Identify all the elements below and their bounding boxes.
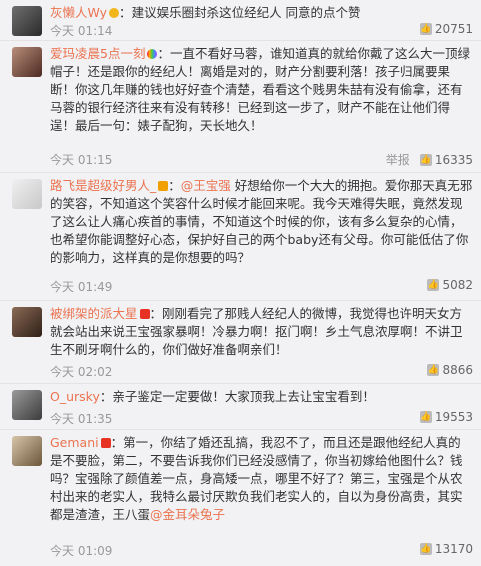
like-button[interactable]: 👍 8866 [427, 363, 473, 377]
comment-item: 路飞是超级好男人_ ：@王宝强 好想给你一个大大的拥抱。爱你那天真无邪的笑容，不知… [0, 173, 481, 301]
comment-text: 亲子鉴定一定要做！大家顶我上去让宝宝看到！ [112, 389, 375, 404]
like-button[interactable]: 👍 20751 [419, 22, 473, 36]
comment-item: O_ursky：亲子鉴定一定要做！大家顶我上去让宝宝看到！ 今天 01:35 👍… [0, 384, 481, 430]
comment-body: 路飞是超级好男人_ ：@王宝强 好想给你一个大大的拥抱。爱你那天真无邪的笑容，不知… [50, 177, 473, 267]
username-link[interactable]: 被绑架的派大星 [50, 306, 138, 321]
like-count: 5082 [442, 278, 473, 292]
timestamp: 今天 02:02 [50, 365, 113, 379]
comment-item: 爱玛凌晨5点一刻 ：一直不看好马蓉，谁知道真的就给你戴了这么大一顶绿帽子！还是跟你… [0, 41, 481, 173]
separator-colon: ： [119, 5, 132, 20]
separator-colon: ： [149, 306, 163, 321]
separator-colon: ： [157, 46, 170, 61]
like-count: 13170 [434, 542, 473, 556]
timestamp: 今天 01:09 [50, 544, 113, 558]
comment-meta: 今天 01:35 👍 19553 [50, 410, 473, 428]
timestamp: 今天 01:15 [50, 153, 113, 167]
avatar[interactable] [12, 179, 42, 209]
comment-item: Gemani ：第一，你结了婚还乱搞，我忍不了，而且还是跟他经纪人真的是不要脸，第… [0, 430, 481, 565]
like-count: 20751 [434, 22, 473, 36]
comment-meta: 今天 02:02 👍 8866 [50, 363, 473, 381]
comment-body: 被绑架的派大星 ：刚刚看完了那贱人经纪人的微博，我觉得也许明天女方就会站出来说王宝… [50, 305, 473, 359]
like-button[interactable]: 👍 5082 [427, 278, 473, 292]
thumbs-up-icon: 👍 [419, 153, 432, 166]
rainbow-badge-icon [147, 49, 158, 59]
thumbs-up-icon: 👍 [419, 23, 432, 35]
username-link[interactable]: O_ursky [50, 389, 100, 404]
timestamp: 今天 01:49 [50, 280, 113, 294]
star-badge-icon [158, 181, 169, 191]
avatar[interactable] [12, 436, 42, 466]
username-link[interactable]: 路飞是超级好男人_ [50, 178, 156, 193]
like-button[interactable]: 👍 19553 [419, 410, 473, 424]
comment-list: 灰懒人Wy ：建议娱乐圈封杀这位经纪人 同意的点个赞 今天 01:14 👍 207… [0, 0, 481, 566]
thumbs-up-icon: 👍 [427, 364, 440, 376]
comment-meta: 今天 01:49 👍 5082 [50, 278, 473, 296]
avatar[interactable] [12, 390, 42, 420]
report-link[interactable]: 举报 [386, 151, 410, 168]
comment-text: 建议娱乐圈封杀这位经纪人 同意的点个赞 [131, 5, 361, 20]
avatar[interactable] [12, 6, 42, 36]
username-link[interactable]: Gemani [50, 435, 99, 450]
thumbs-up-icon: 👍 [427, 279, 440, 291]
vip-badge-icon [109, 8, 120, 18]
username-link[interactable]: 爱玛凌晨5点一刻 [50, 46, 145, 61]
comment-meta: 今天 01:14 👍 20751 [50, 22, 473, 40]
like-button[interactable]: 👍 16335 [419, 152, 473, 167]
like-button[interactable]: 👍 13170 [419, 542, 473, 556]
like-count: 16335 [434, 152, 473, 167]
comment-body: 灰懒人Wy ：建议娱乐圈封杀这位经纪人 同意的点个赞 [50, 4, 473, 22]
thumbs-up-icon: 👍 [419, 411, 432, 423]
thumbs-up-icon: 👍 [419, 543, 432, 555]
like-count: 19553 [434, 410, 473, 424]
separator-colon: ： [168, 178, 181, 193]
timestamp: 今天 01:14 [50, 24, 113, 38]
comment-meta: 今天 01:15 举报 👍 16335 [50, 151, 473, 169]
avatar[interactable] [12, 307, 42, 337]
like-count: 8866 [442, 363, 473, 377]
comment-body: 爱玛凌晨5点一刻 ：一直不看好马蓉，谁知道真的就给你戴了这么大一顶绿帽子！还是跟你… [50, 45, 473, 135]
separator-colon: ： [110, 435, 124, 450]
comment-meta: 今天 01:09 👍 13170 [50, 542, 473, 560]
timestamp: 今天 01:35 [50, 412, 113, 426]
username-link[interactable]: 灰懒人Wy [50, 5, 107, 20]
flag-badge-icon [139, 309, 150, 319]
mention-link[interactable]: @金耳朵兔子 [150, 507, 225, 522]
separator-colon: ： [99, 389, 113, 404]
avatar[interactable] [12, 47, 42, 77]
flag-badge-icon [100, 438, 111, 448]
mention-link[interactable]: @王宝强 [181, 178, 231, 193]
comment-item: 被绑架的派大星 ：刚刚看完了那贱人经纪人的微博，我觉得也许明天女方就会站出来说王宝… [0, 301, 481, 384]
comment-body: O_ursky：亲子鉴定一定要做！大家顶我上去让宝宝看到！ [50, 388, 473, 406]
comment-item: 灰懒人Wy ：建议娱乐圈封杀这位经纪人 同意的点个赞 今天 01:14 👍 207… [0, 0, 481, 41]
comment-body: Gemani ：第一，你结了婚还乱搞，我忍不了，而且还是跟他经纪人真的是不要脸，第… [50, 434, 473, 524]
